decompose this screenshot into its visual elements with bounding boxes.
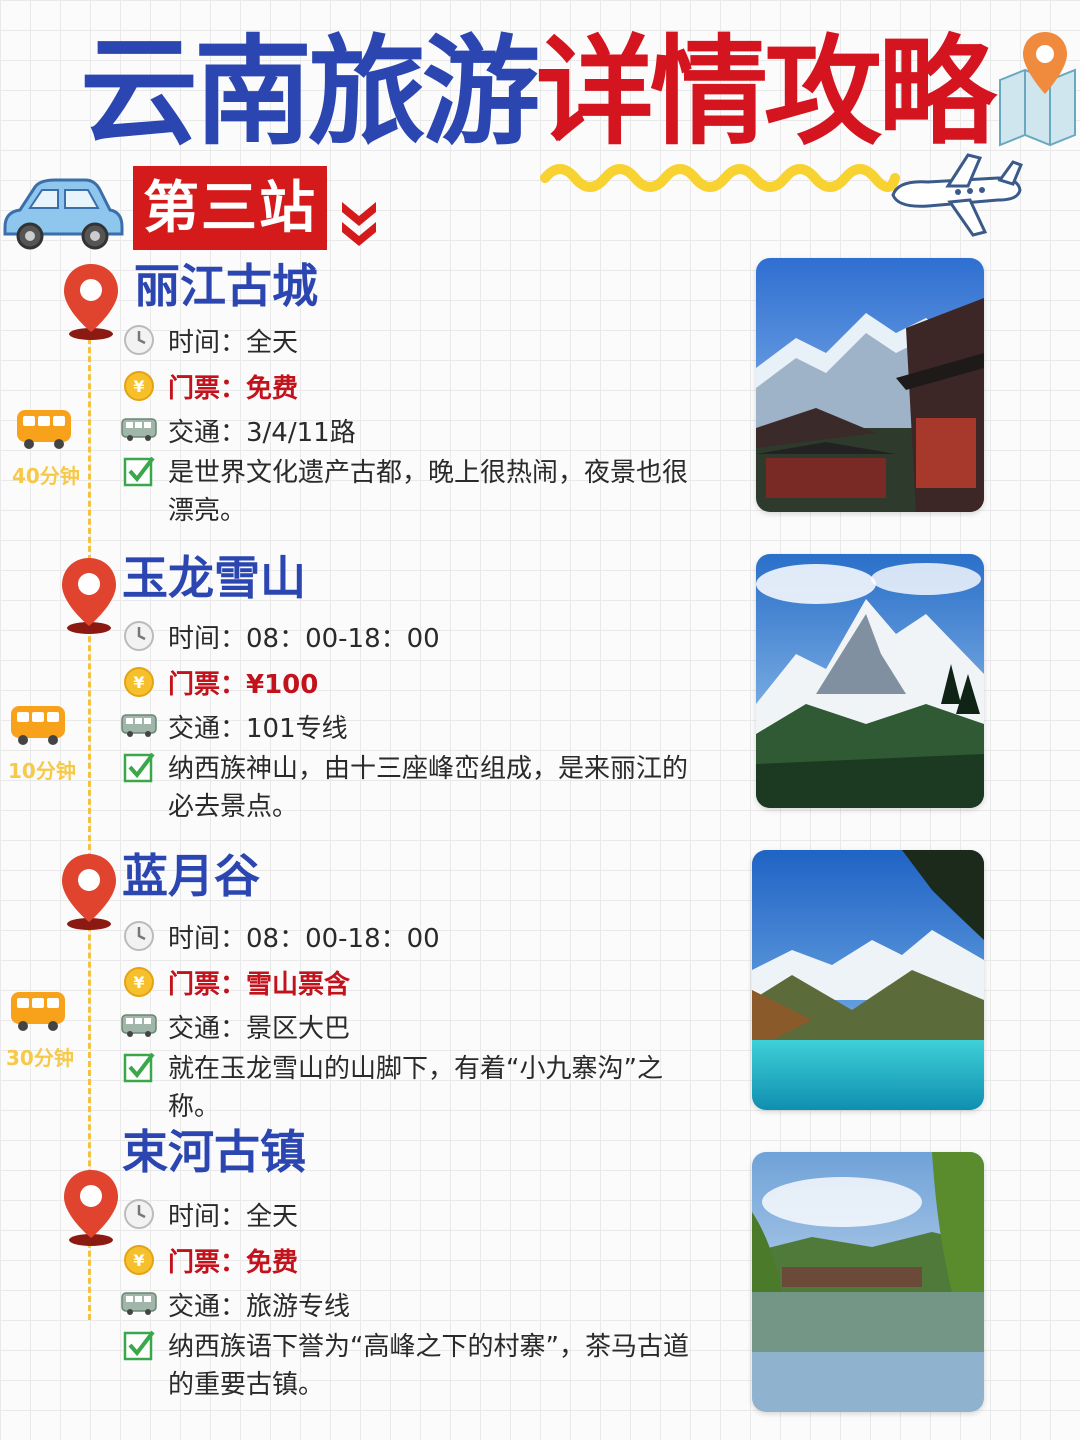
airplane-icon	[891, 153, 1023, 237]
svg-text:¥: ¥	[133, 673, 144, 692]
map-pin-icon	[64, 264, 118, 340]
ticket-row: ¥ 门票：免费	[120, 1240, 298, 1280]
map-pin-icon	[62, 854, 116, 930]
coin-icon: ¥	[120, 368, 158, 404]
wavy-underline-decoration	[540, 164, 900, 192]
transport-row: 交通：3/4/11路	[120, 410, 356, 450]
car-icon	[3, 178, 124, 250]
spot-name: 束河古镇	[122, 1125, 306, 1179]
transport-text: 交通：101专线	[168, 713, 348, 744]
time-text: 时间：全天	[168, 1201, 299, 1232]
bus-icon	[120, 1008, 158, 1044]
bus-icon	[17, 410, 71, 449]
time-row: 时间：全天	[120, 1194, 298, 1234]
title-part-1: 云南旅游	[80, 22, 540, 161]
time-text: 时间：08：00-18：00	[168, 623, 440, 654]
bus-icon	[120, 708, 158, 744]
ticket-row: ¥ 门票：免费	[120, 366, 298, 406]
ticket-text: 门票：免费	[168, 373, 299, 404]
spot-description: 就在玉龙雪山的山脚下，有着“小九寨沟”之称。	[168, 1054, 663, 1122]
map-pin-icon	[64, 1170, 118, 1246]
time-text: 时间：全天	[168, 327, 299, 358]
coin-icon: ¥	[120, 964, 158, 1000]
coin-icon: ¥	[120, 1242, 158, 1278]
ticket-text: 门票：免费	[168, 1247, 299, 1278]
shuhe-ancient-town-photo	[752, 1152, 984, 1412]
chevron-down-icon	[342, 202, 376, 246]
title-part-2: 详情攻略	[536, 22, 996, 161]
ticket-text: 门票：¥100	[168, 669, 319, 700]
spot-name: 玉龙雪山	[122, 551, 306, 605]
ticket-row: ¥ 门票：雪山票含	[120, 962, 350, 1002]
ticket-row: ¥ 门票：¥100	[120, 662, 318, 702]
spot-description: 是世界文化遗产古都，晚上很热闹，夜景也很漂亮。	[168, 458, 689, 526]
jade-dragon-snow-mountain-photo	[756, 554, 984, 808]
clock-icon	[120, 918, 158, 954]
time-row: 时间：全天	[120, 320, 298, 360]
page-title: 云南旅游详情攻略	[80, 22, 996, 162]
spot-description: 纳西族神山，由十三座峰峦组成，是来丽江的必去景点。	[168, 754, 689, 822]
bus-icon	[120, 412, 158, 448]
map-pin-icon	[1023, 32, 1067, 94]
transport-text: 交通：景区大巴	[168, 1013, 351, 1044]
transfer-time-label: 30分钟	[6, 1046, 74, 1070]
checkbox-icon	[122, 1328, 156, 1366]
station-badge: 第三站	[133, 166, 327, 250]
time-row: 时间：08：00-18：00	[120, 916, 440, 956]
checkbox-icon	[122, 750, 156, 788]
spot-description: 纳西族语下誉为“高峰之下的村寨”，茶马古道的重要古镇。	[168, 1332, 689, 1400]
transport-text: 交通：旅游专线	[168, 1291, 351, 1322]
clock-icon	[120, 322, 158, 358]
time-text: 时间：08：00-18：00	[168, 923, 440, 954]
svg-text:¥: ¥	[133, 1251, 144, 1270]
checkbox-icon	[122, 454, 156, 492]
spot-name: 丽江古城	[134, 259, 318, 313]
map-pin-icon	[62, 558, 116, 634]
time-row: 时间：08：00-18：00	[120, 616, 440, 656]
spot-name: 蓝月谷	[122, 849, 260, 903]
transport-text: 交通：3/4/11路	[168, 417, 356, 448]
ticket-text: 门票：雪山票含	[168, 969, 351, 1000]
clock-icon	[120, 1196, 158, 1232]
transport-row: 交通：景区大巴	[120, 1006, 350, 1046]
blue-moon-valley-photo	[752, 850, 984, 1110]
transport-row: 交通：旅游专线	[120, 1284, 350, 1324]
bus-icon	[120, 1286, 158, 1322]
checkbox-icon	[122, 1050, 156, 1088]
transfer-time-label: 10分钟	[8, 759, 76, 783]
clock-icon	[120, 618, 158, 654]
bus-icon	[11, 706, 65, 745]
transfer-time-label: 40分钟	[12, 464, 80, 488]
coin-icon: ¥	[120, 664, 158, 700]
lijiang-old-town-photo	[756, 258, 984, 512]
svg-text:¥: ¥	[133, 973, 144, 992]
transport-row: 交通：101专线	[120, 706, 348, 746]
svg-text:¥: ¥	[133, 377, 144, 396]
bus-icon	[11, 992, 65, 1031]
